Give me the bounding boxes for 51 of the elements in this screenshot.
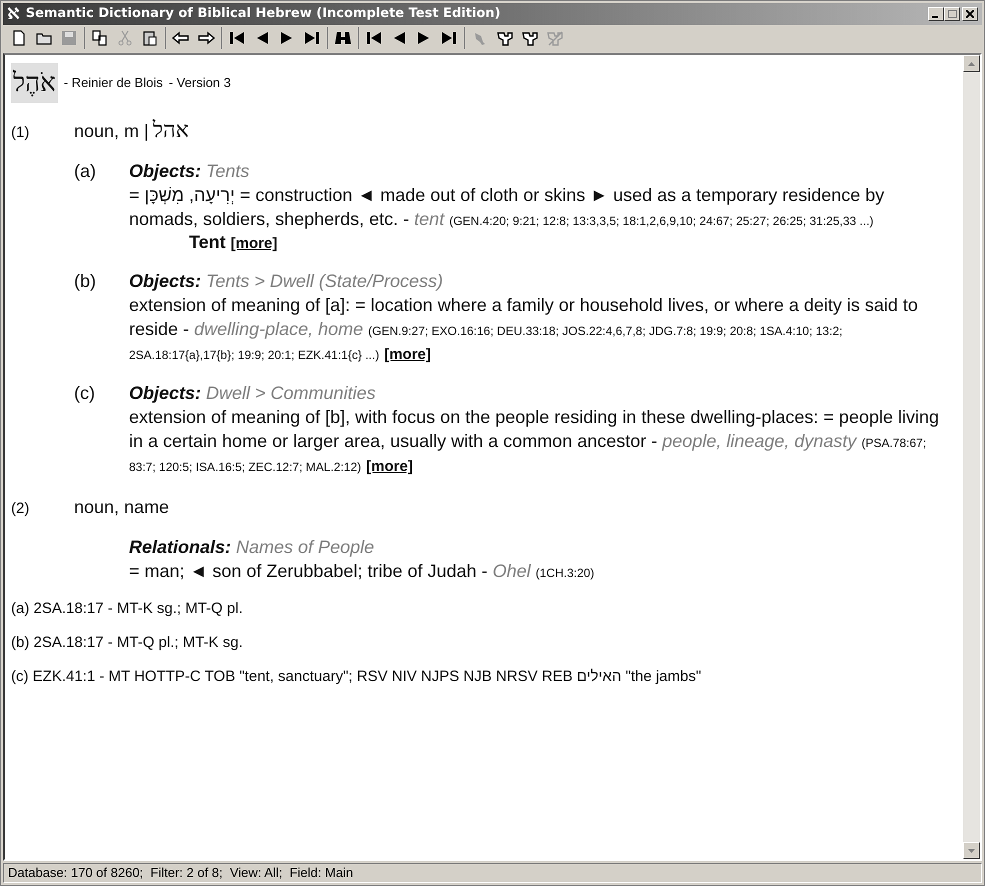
lemma-text: אֹהֶל — [11, 63, 58, 103]
window-title: Semantic Dictionary of Biblical Hebrew (Incomplete Test Edition) — [26, 5, 502, 24]
status-bar: Database: 170 of 8260; Filter: 2 of 8; View: All; Field: Main — [3, 863, 982, 883]
definition-text: extension of meaning of [a]: = location where a family or household lives, or where a deity is said to reside - dwelling-place, home (GEN.9:27; EXO.16:16; DEU.33:18; JOS.22:4,6,7,8; JDG.7:8; 19:9; 20:8; 1SA.4:10; 13:2; 2SA.18:17{a},17{b}; 19:9; 20:1; EZK.41:1{c} ...) [more] — [129, 294, 919, 365]
subsense-letter: (a) — [74, 161, 96, 181]
first-record-icon — [365, 29, 383, 47]
domain-label: Objects: — [129, 382, 202, 405]
last-record-icon — [303, 29, 321, 47]
part-of-speech: noun, name — [74, 496, 170, 519]
maximize-button[interactable] — [944, 7, 960, 21]
more-link[interactable]: [more] — [366, 458, 413, 475]
domain-path: Names of People — [236, 536, 374, 559]
right-arrow-icon — [197, 29, 215, 47]
definition-text: = man; ◄ son of Zerubbabel; tribe of Judah - Ohel (1CH.3:20) — [129, 560, 596, 583]
minimize-button[interactable] — [928, 7, 944, 21]
domain-path: Tents — [206, 160, 250, 183]
clear-filter-icon — [546, 29, 564, 47]
domain-path: Tents > Dwell (State/Process) — [206, 270, 443, 293]
binoculars-icon — [334, 29, 352, 47]
keyword-text: Tent — [189, 231, 226, 253]
subsense-letter: (b) — [74, 271, 96, 291]
scroll-up-icon — [968, 62, 975, 66]
scroll-down-icon — [968, 848, 975, 852]
footnote-text: (a) 2SA.18:17 - MT-K sg.; MT-Q pl. — [11, 600, 243, 617]
footnote-text: (c) EZK.41:1 - MT HOTTP-C TOB "tent, sanctuary"; RSV NIV NJPS NJB NRSV REB האילים "the jambs" — [11, 668, 702, 685]
sense-number: (1) — [11, 123, 30, 143]
footnote-text: (b) 2SA.18:17 - MT-Q pl.; MT-K sg. — [11, 634, 243, 651]
copy-icon — [91, 29, 109, 47]
scissors-icon — [116, 29, 134, 47]
app-icon: ℵ — [7, 2, 20, 26]
close-button[interactable] — [962, 7, 978, 21]
domain-label: Objects: — [129, 270, 202, 293]
domain-label: Relationals: — [129, 536, 232, 559]
maximize-icon — [948, 10, 956, 18]
vertical-scrollbar[interactable] — [963, 55, 980, 859]
definition-text: extension of meaning of [b], with focus on the people residing in these dwelling-places: = people living in a certain home or larger area, usually with a common ancestor - people, lineage, dynasty (PSA.78:67; 83:7; 120:5; ISA.16:5; ZEC.12:7; MAL.2:12) [more] — [129, 406, 940, 477]
hebrew-word: אהל — [152, 119, 189, 143]
close-icon — [966, 10, 974, 18]
last-record-icon — [440, 29, 458, 47]
author-text: - Reinier de Blois — [64, 74, 163, 92]
left-arrow-icon — [172, 29, 190, 47]
domain-path: Dwell > Communities — [206, 382, 376, 405]
more-link[interactable]: [more] — [384, 346, 431, 363]
sense-number: (2) — [11, 499, 30, 519]
clipboard-icon — [141, 29, 159, 47]
part-of-speech: noun, m | — [74, 120, 149, 143]
first-record-icon — [228, 29, 246, 47]
version-text: - Version 3 — [168, 74, 231, 92]
subsense-letter: (c) — [74, 383, 95, 403]
more-link[interactable]: [more] — [230, 233, 278, 255]
domain-label: Objects: — [129, 160, 202, 183]
